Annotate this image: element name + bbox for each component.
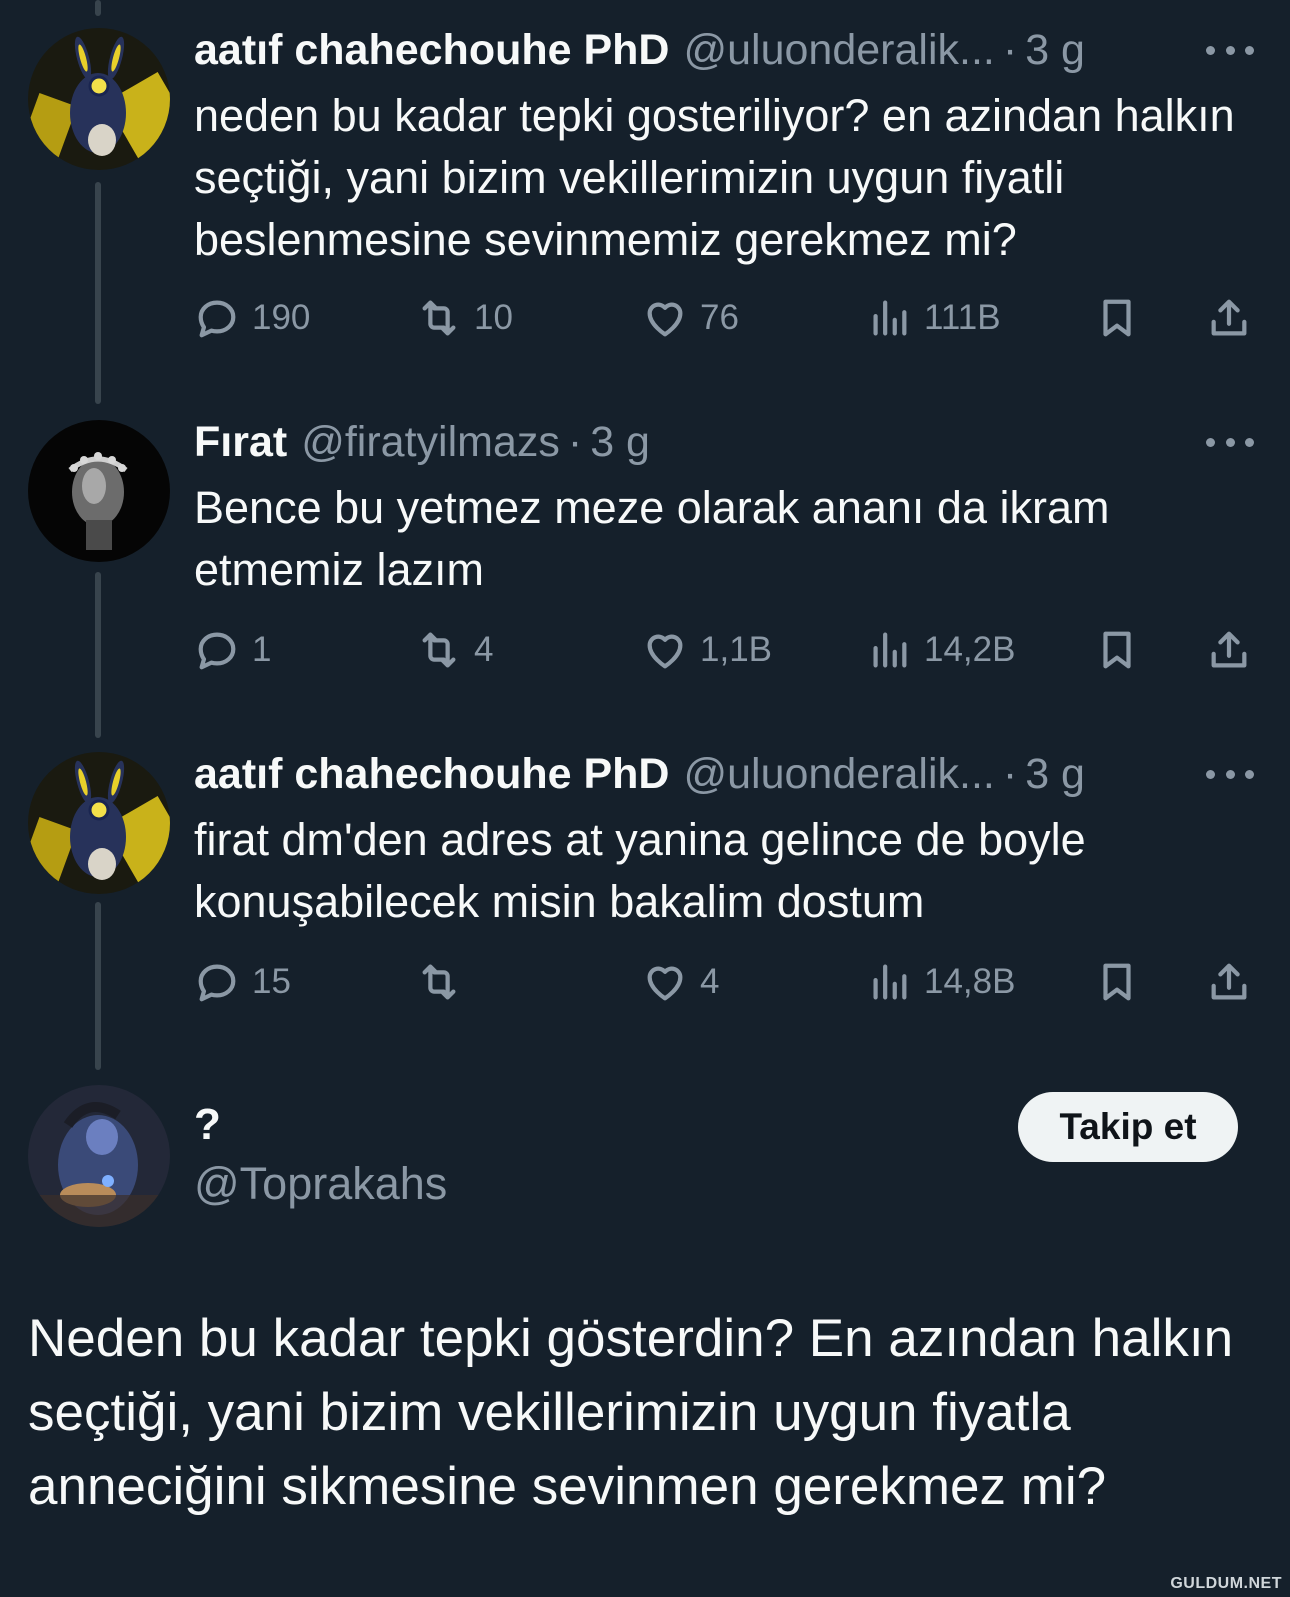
more-options-icon[interactable]	[1206, 44, 1254, 56]
like-count: 4	[700, 962, 720, 1001]
more-options-icon[interactable]	[1206, 768, 1254, 780]
share-button[interactable]	[1206, 952, 1252, 1012]
bookmark-button[interactable]	[1094, 620, 1140, 680]
donkey-avatar-image	[28, 752, 170, 894]
reply-icon	[198, 632, 236, 670]
thread-line	[95, 572, 101, 738]
view-count: 14,2B	[924, 630, 1016, 669]
user-handle[interactable]: @uluonderalik...	[683, 750, 994, 799]
views-icon	[873, 300, 907, 336]
separator-dot: ·	[1002, 749, 1018, 798]
separator-dot: ·	[1002, 25, 1018, 74]
bookmark-icon	[1103, 631, 1131, 669]
retweet-icon	[422, 300, 456, 336]
retweet-icon	[422, 632, 456, 668]
tweet-header: Fırat @firatyilmazs · 3 g	[194, 412, 1260, 472]
timestamp[interactable]: 3 g	[590, 418, 650, 467]
tweet-text: neden bu kadar tepki gosteriliyor? en az…	[194, 90, 1235, 265]
reply-button[interactable]: 1	[194, 620, 271, 680]
reply-count: 190	[252, 298, 311, 337]
avatar[interactable]	[28, 420, 170, 562]
separator-dot: ·	[567, 417, 583, 466]
tweet-actions: 1 4 1,1B 14,2B	[194, 620, 1254, 680]
reply-icon	[198, 964, 236, 1002]
retweet-button[interactable]: 10	[416, 288, 513, 348]
follow-button[interactable]: Takip et	[1018, 1092, 1238, 1162]
avatar[interactable]	[28, 752, 170, 894]
tweet-1[interactable]: aatıf chahechouhe PhD @uluonderalik... ·…	[0, 0, 1290, 380]
timestamp[interactable]: 3 g	[1025, 26, 1085, 75]
bookmark-button[interactable]	[1094, 952, 1140, 1012]
bookmark-button[interactable]	[1094, 288, 1140, 348]
view-count: 14,8B	[924, 962, 1016, 1001]
like-button[interactable]: 76	[642, 288, 739, 348]
retweet-button[interactable]: 4	[416, 620, 493, 680]
retweet-count: 4	[474, 630, 494, 669]
heart-icon	[647, 966, 683, 1001]
views-button[interactable]: 14,2B	[866, 620, 1015, 680]
like-count: 1,1B	[700, 630, 772, 669]
bookmark-icon	[1103, 963, 1131, 1001]
views-button[interactable]: 111B	[866, 288, 1001, 348]
user-handle[interactable]: @firatyilmazs	[301, 418, 560, 467]
view-count: 111B	[924, 298, 1001, 337]
more-options-icon[interactable]	[1206, 436, 1254, 448]
retweet-button[interactable]	[416, 952, 474, 1012]
views-icon	[873, 964, 907, 1000]
retweet-icon	[422, 964, 456, 1000]
reply-count: 15	[252, 962, 291, 1001]
fantasy-avatar-image	[28, 1085, 170, 1227]
share-icon	[1211, 299, 1247, 336]
display-name[interactable]: ?	[194, 1100, 221, 1150]
avatar[interactable]	[28, 1085, 170, 1227]
tweet-text: firat dm'den adres at yanina gelince de …	[194, 814, 1086, 927]
share-button[interactable]	[1206, 620, 1252, 680]
user-handle[interactable]: @uluonderalik...	[683, 26, 994, 75]
like-count: 76	[700, 298, 739, 337]
tweet-actions: 15 4 14,8B	[194, 952, 1254, 1012]
views-icon	[873, 632, 907, 668]
donkey-avatar-image	[28, 28, 170, 170]
user-handle[interactable]: @Toprakahs	[194, 1158, 447, 1210]
views-button[interactable]: 14,8B	[866, 952, 1015, 1012]
retweet-count: 10	[474, 298, 513, 337]
tweet-header: aatıf chahechouhe PhD @uluonderalik... ·…	[194, 20, 1260, 80]
share-icon	[1211, 963, 1247, 1000]
display-name[interactable]: aatıf chahechouhe PhD	[194, 750, 669, 799]
tweet-text: Bence bu yetmez meze olarak ananı da ikr…	[194, 482, 1110, 595]
statue-avatar-image	[28, 420, 170, 562]
like-button[interactable]: 1,1B	[642, 620, 772, 680]
tweet-actions: 190 10 76 111B	[194, 288, 1254, 348]
heart-icon	[647, 302, 683, 337]
display-name[interactable]: aatıf chahechouhe PhD	[194, 26, 669, 75]
like-button[interactable]: 4	[642, 952, 719, 1012]
reply-button[interactable]: 15	[194, 952, 291, 1012]
watermark: GULDUM.NET	[1170, 1575, 1282, 1592]
bookmark-icon	[1103, 299, 1131, 337]
tweet-header: aatıf chahechouhe PhD @uluonderalik... ·…	[194, 744, 1260, 804]
share-button[interactable]	[1206, 288, 1252, 348]
tweet-text: Neden bu kadar tepki gösterdin? En azınd…	[28, 1309, 1234, 1516]
heart-icon	[647, 634, 683, 669]
thread-line	[95, 902, 101, 1070]
reply-button[interactable]: 190	[194, 288, 310, 348]
avatar[interactable]	[28, 28, 170, 170]
reply-count: 1	[252, 630, 272, 669]
timestamp[interactable]: 3 g	[1025, 750, 1085, 799]
display-name[interactable]: Fırat	[194, 418, 287, 467]
share-icon	[1211, 631, 1247, 668]
reply-icon	[198, 300, 236, 338]
